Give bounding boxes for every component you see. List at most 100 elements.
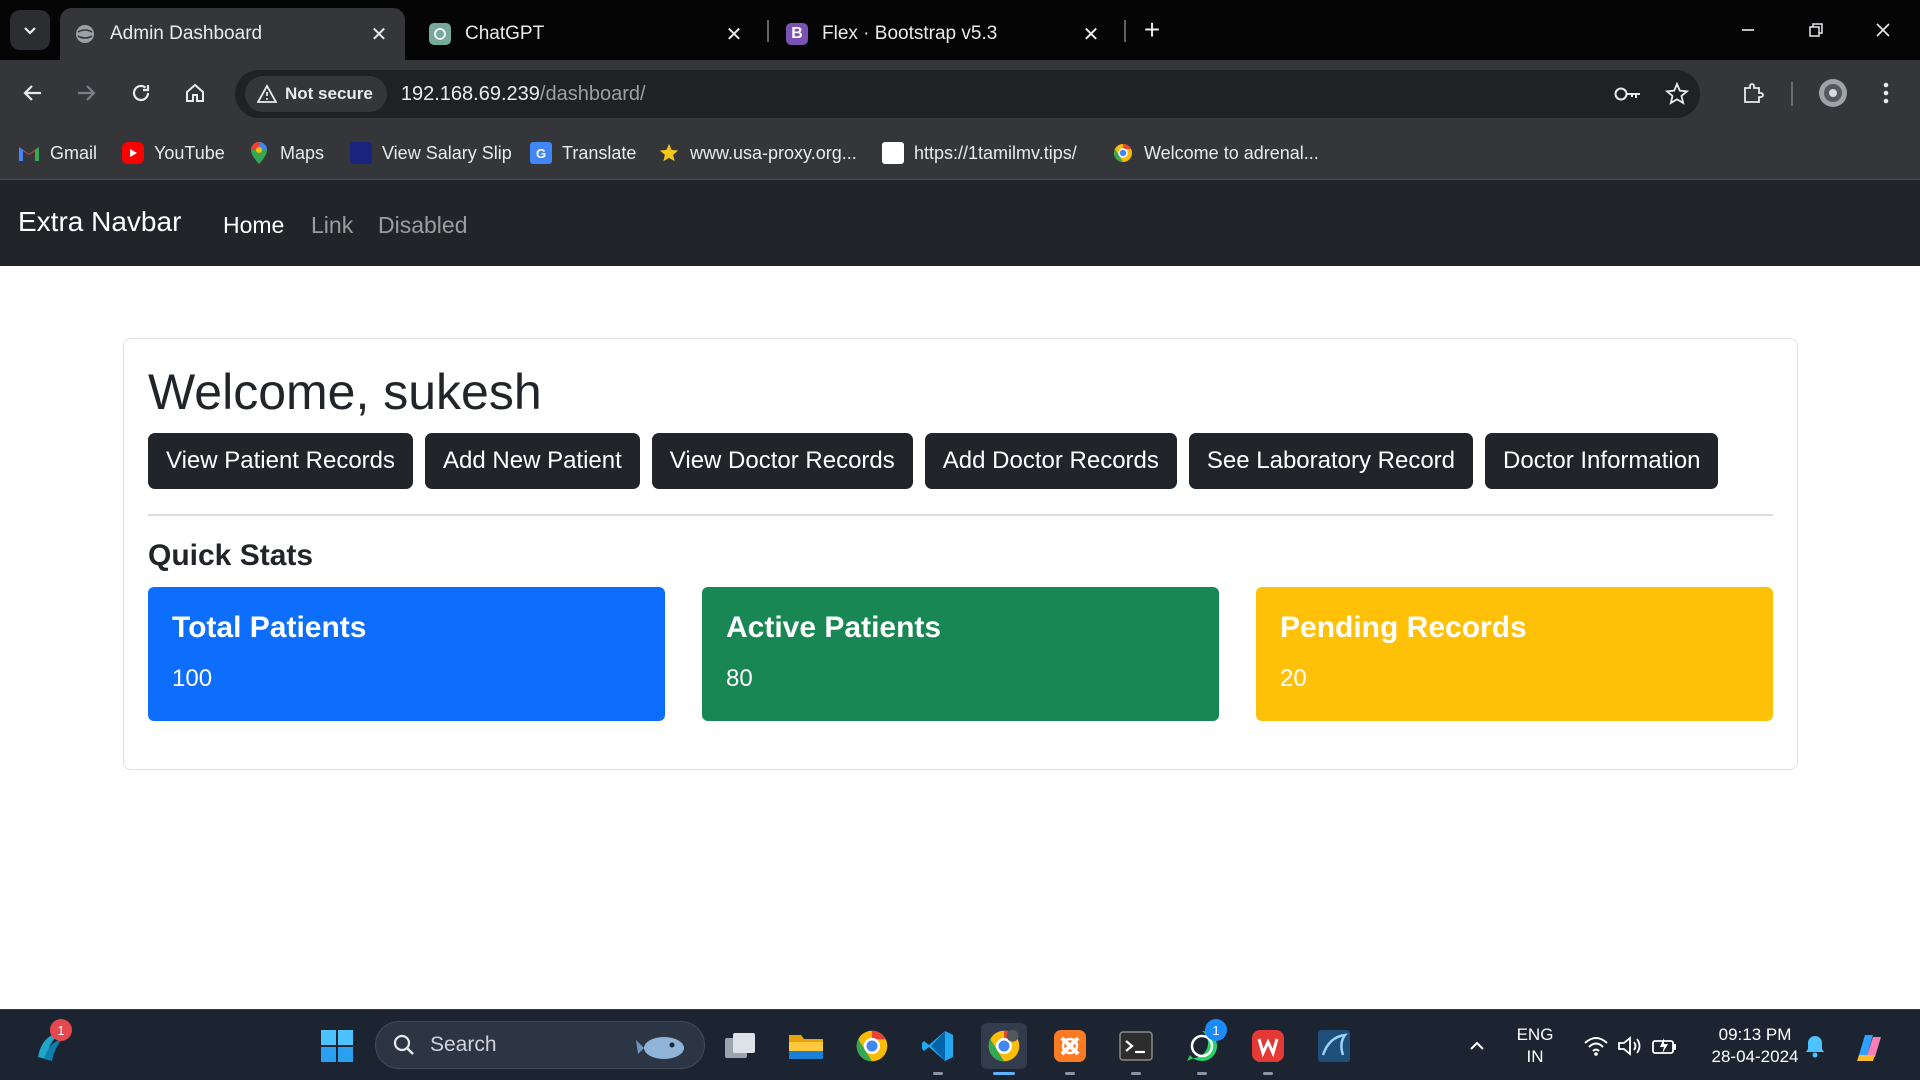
bookmark-adrenal[interactable]: Welcome to adrenal... [1112,138,1319,168]
windows-icon [321,1030,353,1062]
nav-link-link[interactable]: Link [311,212,353,239]
wps-office-button[interactable] [1245,1023,1291,1075]
chrome-icon [1112,142,1134,164]
xampp-button[interactable] [1047,1023,1093,1075]
forward-button[interactable] [66,73,106,113]
bookmark-maps[interactable]: Maps [248,138,324,168]
dashboard-card: Welcome, sukesh View Patient Records Add… [123,338,1798,770]
close-icon [1876,23,1890,37]
back-button[interactable] [13,73,53,113]
bookmark-star-button[interactable] [1661,78,1693,110]
bookmark-label: YouTube [154,142,225,163]
bookmark-salary-slip[interactable]: View Salary Slip [350,138,512,168]
salary-slip-icon [350,142,372,164]
terminal-button[interactable] [1113,1023,1159,1075]
restore-button[interactable] [1791,10,1841,50]
menu-button[interactable] [1866,73,1906,113]
home-icon [186,83,204,102]
show-hidden-icons-button[interactable] [1455,1023,1499,1069]
add-new-patient-button[interactable]: Add New Patient [425,433,640,489]
add-doctor-records-button[interactable]: Add Doctor Records [924,433,1177,489]
stat-title: Active Patients [726,611,942,644]
bookmarks-bar: Gmail YouTube Maps View Salary Slip G Tr… [0,126,1920,180]
profile-button[interactable] [1813,73,1853,113]
quick-settings-button[interactable] [1571,1023,1691,1069]
stat-value: 20 [1280,665,1307,692]
taskbar-search[interactable]: Search [375,1021,705,1069]
reload-icon [132,84,150,102]
notification-badge: 1 [1205,1019,1227,1041]
chrome-profile-icon [988,1029,1020,1062]
running-indicator [933,1072,943,1075]
wifi-icon [1584,1037,1608,1056]
battery-icon [1652,1038,1676,1054]
start-button[interactable] [314,1023,360,1069]
wps-icon [1252,1030,1284,1062]
view-patient-records-button[interactable]: View Patient Records [148,433,414,489]
address-bar[interactable]: Not secure 192.168.69.239/dashboard/ [235,70,1700,118]
security-label: Not secure [285,84,373,103]
chevron-down-icon [24,27,36,35]
tab-close-icon[interactable]: ✕ [722,22,746,46]
view-doctor-records-button[interactable]: View Doctor Records [651,433,913,489]
bookmark-usa-proxy[interactable]: www.usa-proxy.org... [658,138,857,168]
bookmark-1tamilmv[interactable]: https://1tamilmv.tips/ [882,138,1077,168]
site-navbar: Extra Navbar Home Link Disabled [0,180,1920,266]
stat-value: 100 [172,665,213,692]
youtube-icon [122,142,144,164]
bookmark-translate[interactable]: G Translate [530,138,636,168]
chatgpt-icon [429,23,451,45]
copilot-button[interactable] [1847,1023,1893,1069]
navbar-brand[interactable]: Extra Navbar [18,206,181,238]
stat-title: Pending Records [1280,611,1527,644]
bookmark-label: www.usa-proxy.org... [690,142,857,163]
language-indicator[interactable]: ENG IN [1510,1024,1560,1068]
tab-search-button[interactable] [10,10,50,50]
minimize-button[interactable] [1723,10,1773,50]
site-info-button[interactable]: Not secure [245,76,387,112]
running-indicator [993,1072,1015,1075]
chrome-taskbar-button[interactable] [849,1023,895,1069]
widgets-button[interactable]: 1 [26,1019,72,1069]
stats-row: Total Patients 100 Active Patients 80 Pe… [148,587,1773,721]
task-view-button[interactable] [717,1023,763,1069]
bookmark-label: https://1tamilmv.tips/ [914,142,1077,163]
see-laboratory-record-button[interactable]: See Laboratory Record [1188,433,1474,489]
tab-bootstrap-flex[interactable]: B Flex · Bootstrap v5.3 ✕ [772,8,1117,60]
tab-chatgpt[interactable]: ChatGPT ✕ [415,8,760,60]
browser-toolbar: Not secure 192.168.69.239/dashboard/ [0,60,1920,126]
password-key-button[interactable] [1612,78,1644,110]
url-text: 192.168.69.239/dashboard/ [401,83,646,106]
chrome-active-button[interactable] [981,1023,1027,1075]
map-pin-icon [248,142,270,164]
vscode-button[interactable] [915,1023,961,1075]
tab-close-icon[interactable]: ✕ [1079,22,1103,46]
new-tab-button[interactable]: + [1136,14,1168,46]
tab-title: ChatGPT [465,23,545,44]
task-view-icon [725,1033,755,1058]
region-code: IN [1526,1047,1544,1066]
stat-card-total-patients: Total Patients 100 [148,587,665,721]
stat-card-pending-records: Pending Records 20 [1256,587,1773,721]
mysql-workbench-button[interactable] [1311,1023,1357,1069]
whatsapp-button[interactable]: 1 [1179,1019,1227,1075]
close-window-button[interactable] [1858,10,1908,50]
toolbar-separator [1791,82,1793,106]
doctor-information-button[interactable]: Doctor Information [1485,433,1719,489]
running-indicator [1065,1072,1075,1075]
tab-admin-dashboard[interactable]: Admin Dashboard ✕ [60,8,405,60]
file-explorer-button[interactable] [783,1023,829,1069]
action-buttons: View Patient Records Add New Patient Vie… [148,433,1719,489]
bookmark-gmail[interactable]: Gmail [18,138,97,168]
vscode-icon [922,1031,953,1061]
bookmark-youtube[interactable]: YouTube [122,138,225,168]
home-button[interactable] [175,73,215,113]
nav-link-home[interactable]: Home [223,212,284,239]
copilot-icon [1857,1035,1881,1061]
reload-button[interactable] [121,73,161,113]
globe-icon [74,23,96,45]
url-path: /dashboard/ [539,82,646,105]
tab-close-icon[interactable]: ✕ [367,22,391,46]
extensions-button[interactable] [1733,73,1773,113]
notifications-button[interactable] [1795,1023,1835,1069]
